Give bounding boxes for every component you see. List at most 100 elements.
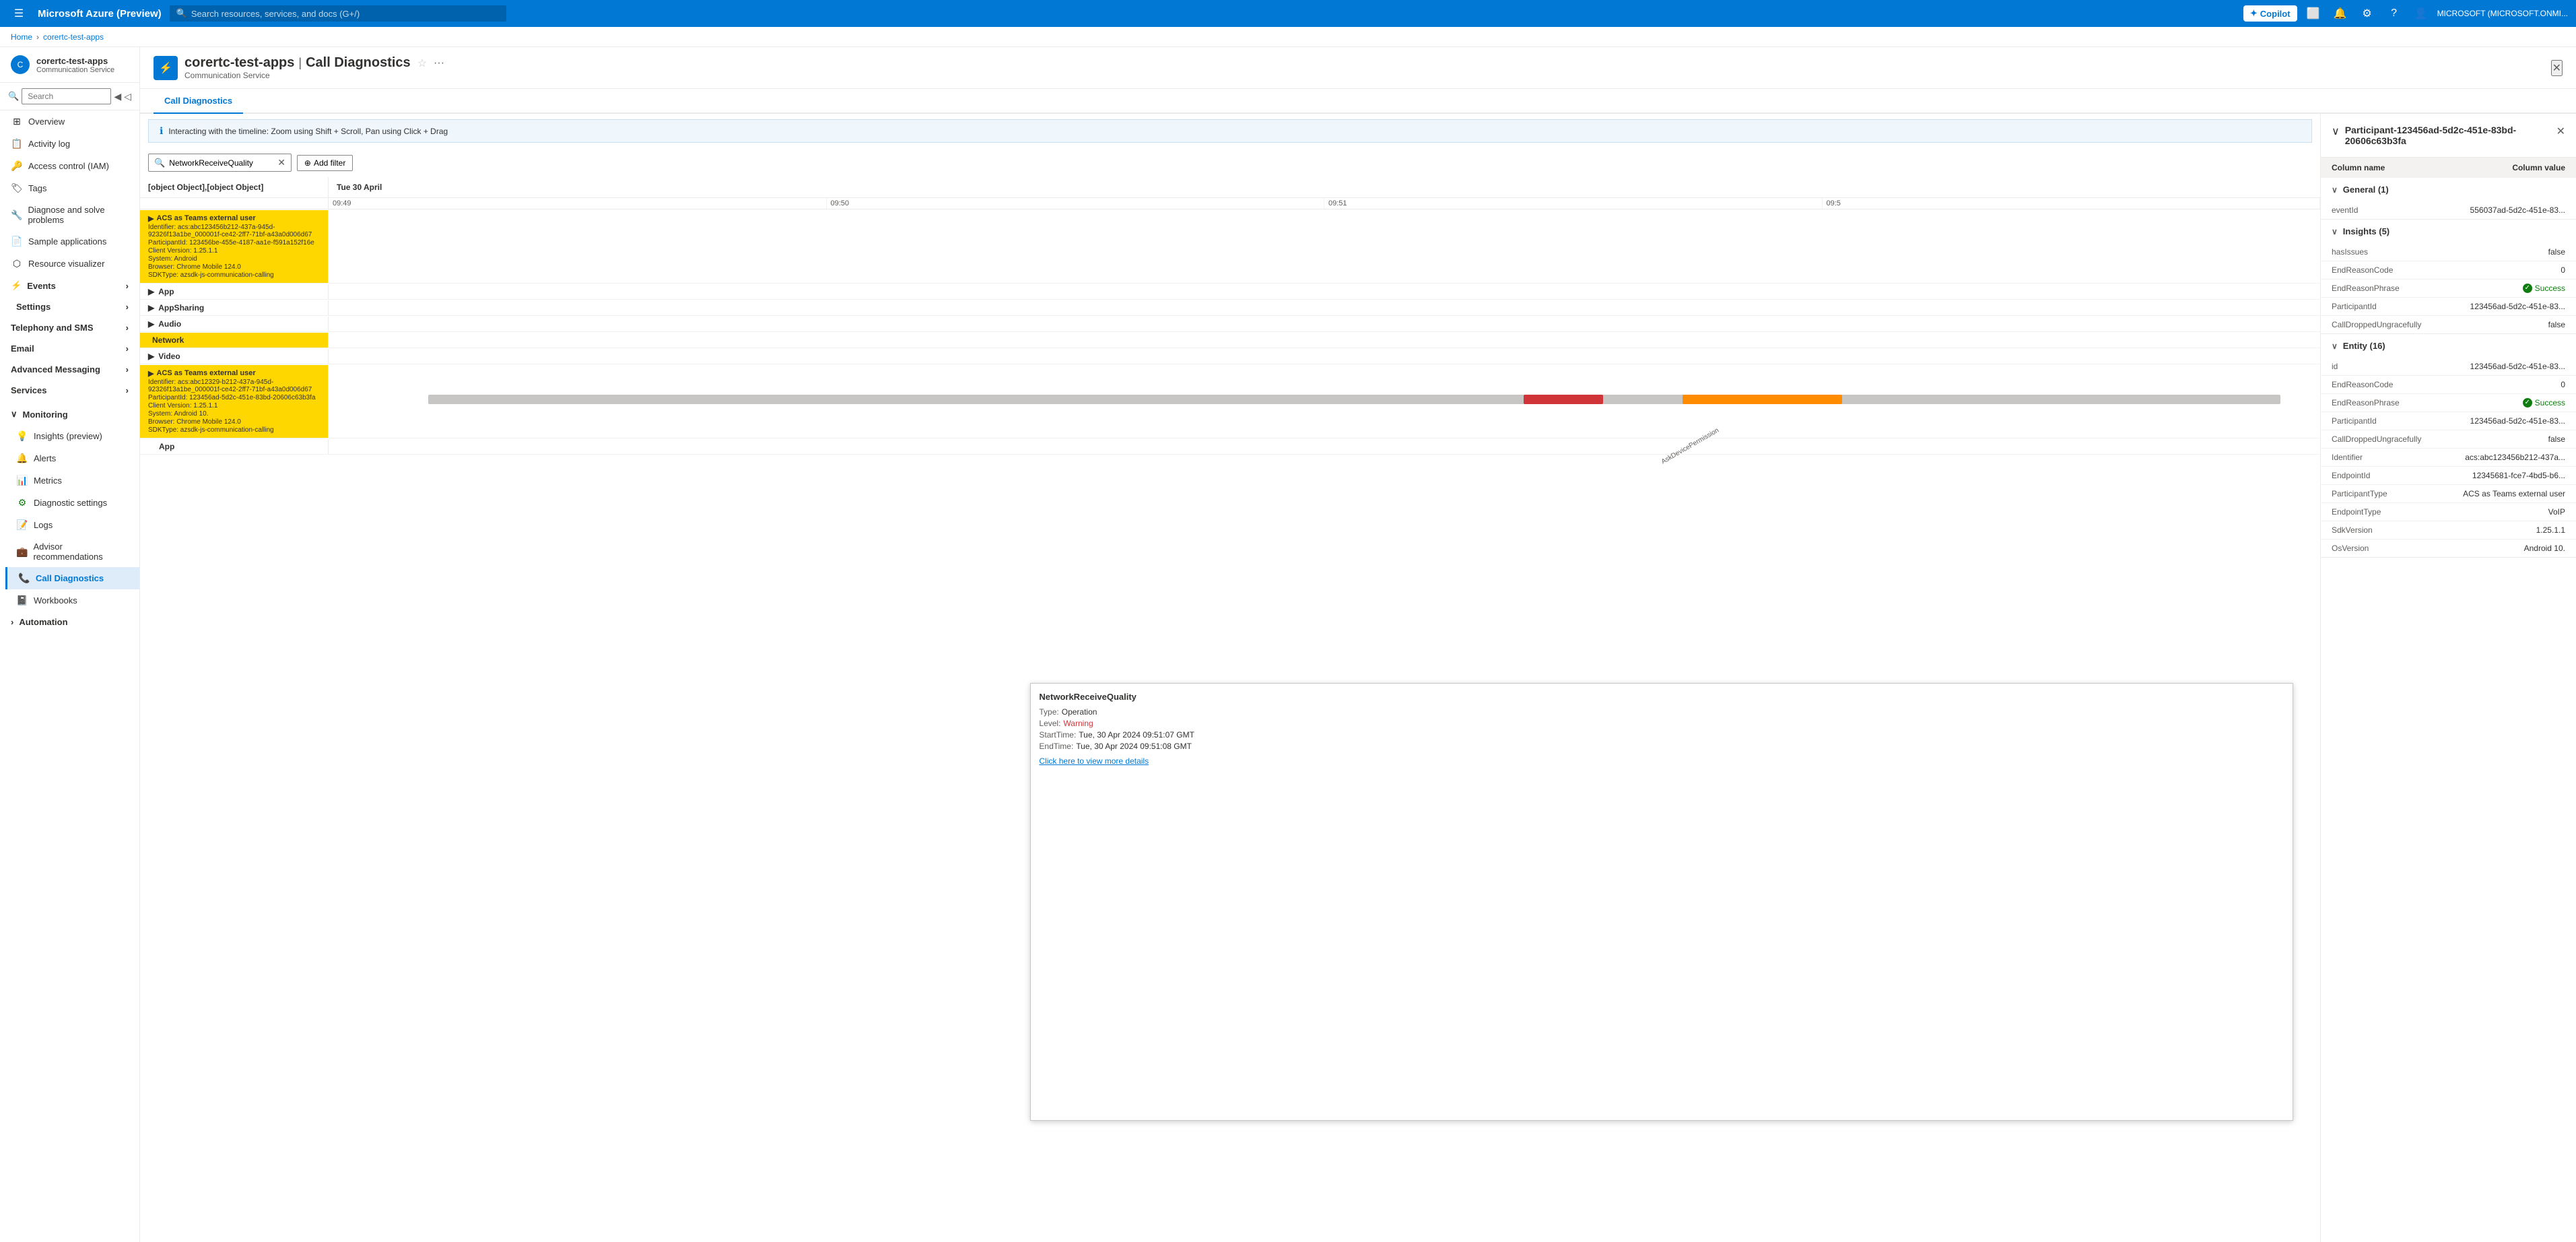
- samples-icon: 📄: [11, 236, 23, 247]
- add-filter-button[interactable]: ⊕ Add filter: [297, 155, 353, 171]
- timeline-date-header: Tue 30 April: [329, 177, 2320, 197]
- category-video[interactable]: ▶ Video: [140, 349, 329, 364]
- osversion-value: Android 10.: [2524, 544, 2565, 553]
- copilot-button[interactable]: ✦ Copilot: [2243, 5, 2297, 22]
- metrics-icon: 📊: [16, 475, 28, 486]
- sidebar-label-insights: Insights (preview): [34, 431, 102, 441]
- panel-row-participanttype: ParticipantType ACS as Teams external us…: [2321, 485, 2576, 503]
- callDropped-e-value: false: [2548, 434, 2565, 444]
- help-icon[interactable]: ?: [2383, 3, 2405, 24]
- tab-bar: Call Diagnostics: [140, 89, 2576, 114]
- hasIssues-value: false: [2548, 247, 2565, 257]
- topbar-actions: ✦ Copilot ⬜ 🔔 ⚙ ? 👤 MICROSOFT (MICROSOFT…: [2243, 3, 2568, 24]
- filter-input[interactable]: [169, 158, 273, 168]
- participant-1-cv: Client Version: 1.25.1.1: [148, 247, 217, 255]
- breadcrumb-separator: ›: [36, 32, 39, 42]
- sidebar-item-activity-log[interactable]: 📋 Activity log: [0, 133, 139, 155]
- panel-row-sdkversion: SdkVersion 1.25.1.1: [2321, 521, 2576, 540]
- sidebar-group-events[interactable]: ⚡ Events ›: [0, 275, 139, 296]
- hamburger-menu[interactable]: ☰: [8, 3, 30, 24]
- tooltip-details-link[interactable]: Click here to view more details: [1039, 756, 2284, 766]
- right-panel: ∨ Participant-123456ad-5d2c-451e-83bd-20…: [2320, 114, 2576, 1242]
- participant-1-name: ▶ ACS as Teams external user: [148, 214, 256, 223]
- sidebar-item-advisor[interactable]: 💼 Advisor recommendations: [5, 536, 139, 567]
- endpointtype-key: EndpointType: [2332, 507, 2381, 517]
- network-label: Network: [152, 335, 184, 345]
- sidebar-item-overview[interactable]: ⊞ Overview: [0, 110, 139, 133]
- sidebar-item-insights[interactable]: 💡 Insights (preview): [5, 425, 139, 447]
- favorite-star[interactable]: ☆: [417, 57, 427, 70]
- sidebar-item-metrics[interactable]: 📊 Metrics: [5, 469, 139, 492]
- feedback-icon[interactable]: 👤: [2410, 3, 2432, 24]
- sidebar-item-alerts[interactable]: 🔔 Alerts: [5, 447, 139, 469]
- tooltip-title: NetworkReceiveQuality: [1039, 692, 2284, 702]
- identifier-e-value: acs:abc123456b212-437a...: [2465, 453, 2565, 462]
- settings-icon[interactable]: ⚙: [2357, 3, 2378, 24]
- resource-separator: |: [298, 56, 302, 70]
- sdkversion-value: 1.25.1.1: [2536, 525, 2565, 535]
- sidebar-item-iam[interactable]: 🔑 Access control (IAM): [0, 155, 139, 177]
- sidebar-group-email[interactable]: Email ›: [0, 338, 139, 359]
- monitoring-expand-icon: ∨: [11, 409, 18, 420]
- notifications-icon[interactable]: 🔔: [2330, 3, 2351, 24]
- panel-row-eventid: eventId 556037ad-5d2c-451e-83...: [2321, 201, 2576, 219]
- sidebar-collapse-button[interactable]: ◀: [114, 91, 121, 102]
- breadcrumb-home[interactable]: Home: [11, 32, 32, 42]
- category-network[interactable]: Network: [140, 333, 329, 348]
- sidebar-item-samples[interactable]: 📄 Sample applications: [0, 230, 139, 253]
- tooltip-level-value: Warning: [1063, 719, 1093, 728]
- endpointid-value: 12345681-fce7-4bd5-b6...: [2472, 471, 2565, 480]
- global-search-bar[interactable]: 🔍: [170, 5, 506, 22]
- sidebar-resource-name: corertc-test-apps: [36, 56, 114, 66]
- right-panel-collapse-icon[interactable]: ∨: [2332, 125, 2340, 138]
- sidebar-item-diagnose[interactable]: 🔧 Diagnose and solve problems: [0, 199, 139, 230]
- email-chevron: ›: [126, 344, 129, 354]
- resource-type: Communication Service: [184, 71, 444, 80]
- global-search-input[interactable]: [191, 9, 500, 19]
- events-chevron: ›: [126, 281, 129, 291]
- sidebar-label-samples: Sample applications: [28, 236, 106, 247]
- sidebar-group-telephony[interactable]: Telephony and SMS ›: [0, 317, 139, 338]
- sidebar-item-workbooks[interactable]: 📓 Workbooks: [5, 589, 139, 612]
- participanttype-key: ParticipantType: [2332, 489, 2387, 498]
- sidebar-group-monitoring[interactable]: ∨ Monitoring: [0, 403, 139, 425]
- services-chevron: ›: [126, 385, 129, 395]
- category-app[interactable]: ▶ App: [140, 284, 329, 299]
- filter-clear-button[interactable]: ✕: [277, 157, 285, 168]
- sidebar-search-input[interactable]: [22, 88, 111, 104]
- panel-section-insights-header[interactable]: ∨ Insights (5): [2321, 220, 2576, 243]
- sidebar-group-automation[interactable]: › Automation: [0, 612, 139, 632]
- close-resource-button[interactable]: ✕: [2551, 60, 2563, 76]
- audio-label: Audio: [158, 319, 181, 329]
- audio-expand-icon: ▶: [148, 319, 154, 329]
- sidebar-group-settings[interactable]: Settings ›: [0, 296, 139, 317]
- sidebar-item-diagnostic[interactable]: ⚙ Diagnostic settings: [5, 492, 139, 514]
- right-panel-header: ∨ Participant-123456ad-5d2c-451e-83bd-20…: [2321, 114, 2576, 158]
- panel-row-endReasonCode-i: EndReasonCode 0: [2321, 261, 2576, 280]
- sidebar-group-services[interactable]: Services ›: [0, 380, 139, 401]
- portal-icon[interactable]: ⬜: [2303, 3, 2324, 24]
- panel-row-participantId-i: ParticipantId 123456ad-5d2c-451e-83...: [2321, 298, 2576, 316]
- more-options[interactable]: ···: [434, 57, 444, 69]
- panel-section-general-header[interactable]: ∨ General (1): [2321, 178, 2576, 201]
- sidebar-item-logs[interactable]: 📝 Logs: [5, 514, 139, 536]
- sidebar-item-resource-viz[interactable]: ⬡ Resource visualizer: [0, 253, 139, 275]
- sidebar-item-tags[interactable]: 🏷 Tags: [0, 177, 139, 199]
- panel-section-entity-header[interactable]: ∨ Entity (16): [2321, 334, 2576, 358]
- general-section-label: General (1): [2343, 185, 2389, 195]
- p2-app[interactable]: App: [140, 439, 329, 454]
- filter-input-wrap[interactable]: 🔍 ✕: [148, 154, 292, 172]
- callDropped-i-value: false: [2548, 320, 2565, 329]
- right-panel-close-button[interactable]: ✕: [2556, 125, 2565, 138]
- sidebar-search-wrap[interactable]: 🔍 ◀ ◁: [0, 83, 139, 110]
- sidebar-group-adv-messaging[interactable]: Advanced Messaging ›: [0, 359, 139, 380]
- sidebar-pin-button[interactable]: ◁: [124, 91, 131, 102]
- category-audio[interactable]: ▶ Audio: [140, 317, 329, 331]
- sidebar-item-call-diagnostics[interactable]: 📞 Call Diagnostics: [5, 567, 139, 589]
- breadcrumb-resource[interactable]: corertc-test-apps: [43, 32, 104, 42]
- category-appsharing[interactable]: ▶ AppSharing: [140, 300, 329, 315]
- sidebar-search-icon: 🔍: [8, 91, 19, 102]
- participant-1-sys: System: Android: [148, 255, 197, 263]
- resource-header: ⚡ corertc-test-apps | Call Diagnostics ☆…: [140, 47, 2576, 89]
- tab-call-diagnostics[interactable]: Call Diagnostics: [154, 89, 243, 114]
